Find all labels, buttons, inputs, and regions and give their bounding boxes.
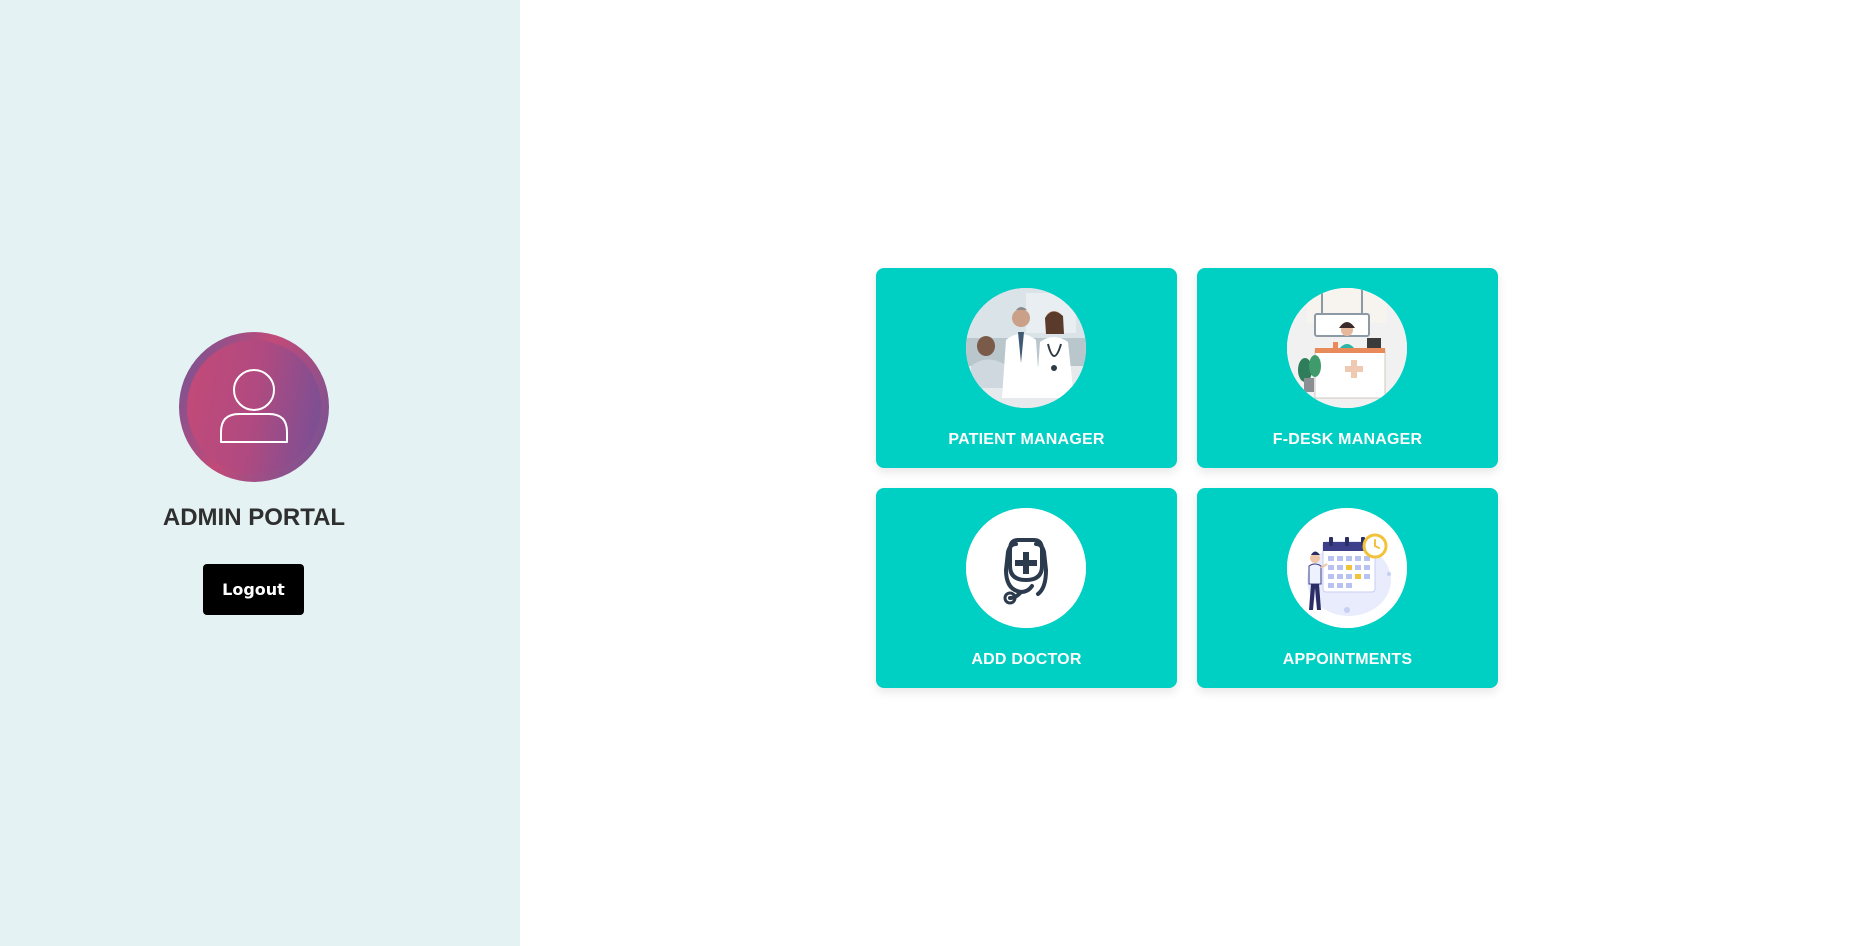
patient-manager-label: PATIENT MANAGER — [948, 431, 1105, 448]
admin-page: ADMIN PORTAL Logout PATIENT MANAGER F-DE… — [0, 0, 1849, 946]
f-desk-manager-card[interactable]: F-DESK MANAGER — [1197, 268, 1498, 468]
add-doctor-card[interactable]: ADD DOCTOR — [876, 488, 1177, 688]
calendar-schedule-image — [1287, 508, 1407, 628]
add-doctor-label: ADD DOCTOR — [971, 651, 1082, 668]
stethoscope-medical-icon — [966, 508, 1086, 628]
appointments-label: APPOINTMENTS — [1282, 651, 1413, 668]
user-profile-icon — [220, 369, 288, 443]
avatar — [179, 332, 329, 482]
portal-title: ADMIN PORTAL — [162, 504, 346, 531]
patient-manager-card[interactable]: PATIENT MANAGER — [876, 268, 1177, 468]
front-desk-receptionist-image — [1287, 288, 1407, 408]
avatar-circle — [187, 340, 321, 474]
sidebar: ADMIN PORTAL Logout — [0, 0, 520, 946]
appointments-card[interactable]: APPOINTMENTS — [1197, 488, 1498, 688]
doctors-with-patient-image — [966, 288, 1086, 408]
f-desk-manager-label: F-DESK MANAGER — [1272, 431, 1423, 448]
logout-button[interactable]: Logout — [203, 564, 304, 615]
